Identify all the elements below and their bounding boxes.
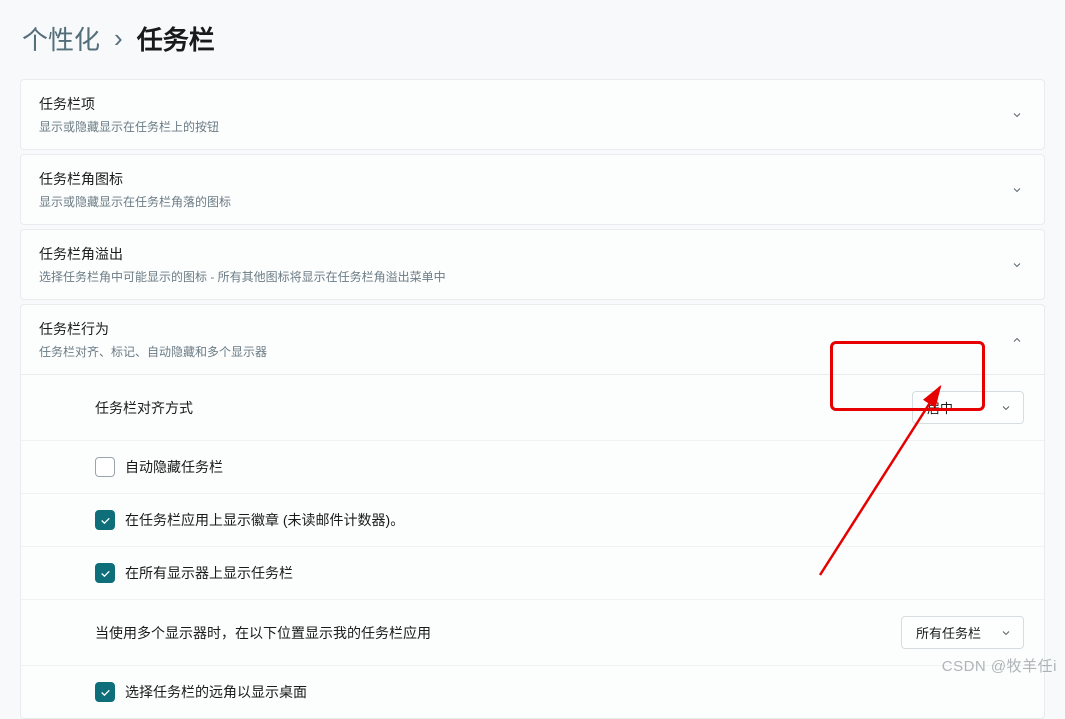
breadcrumb-separator: › [114,23,123,54]
row-alignment: 任务栏对齐方式 居中 [21,375,1044,440]
row-label: 自动隐藏任务栏 [125,457,223,477]
row-label: 在任务栏应用上显示徽章 (未读邮件计数器)。 [125,510,404,530]
all-monitors-checkbox[interactable] [95,563,115,583]
far-corner-checkbox[interactable] [95,682,115,702]
chevron-down-icon [999,626,1013,640]
section-subtitle: 显示或隐藏显示在任务栏上的按钮 [39,118,219,135]
section-title: 任务栏角溢出 [39,244,446,264]
section-title: 任务栏角图标 [39,169,231,189]
dropdown-value: 所有任务栏 [916,623,981,642]
row-label: 当使用多个显示器时，在以下位置显示我的任务栏应用 [95,623,431,643]
row-multi-monitor: 当使用多个显示器时，在以下位置显示我的任务栏应用 所有任务栏 [21,599,1044,665]
section-title: 任务栏行为 [39,319,267,339]
chevron-down-icon [1010,258,1024,272]
watermark: CSDN @牧羊任i [942,655,1057,676]
row-label: 在所有显示器上显示任务栏 [125,563,293,583]
section-corner-overflow[interactable]: 任务栏角溢出 选择任务栏角中可能显示的图标 - 所有其他图标将显示在任务栏角溢出… [20,229,1045,300]
breadcrumb-current: 任务栏 [137,20,215,57]
chevron-down-icon [1010,183,1024,197]
chevron-down-icon [999,401,1013,415]
section-subtitle: 显示或隐藏显示在任务栏角落的图标 [39,193,231,210]
section-subtitle: 选择任务栏角中可能显示的图标 - 所有其他图标将显示在任务栏角溢出菜单中 [39,268,446,285]
row-badges: 在任务栏应用上显示徽章 (未读邮件计数器)。 [21,493,1044,546]
alignment-dropdown[interactable]: 居中 [912,391,1024,424]
behavior-panel: 任务栏对齐方式 居中 自动隐藏任务栏 在任务栏应用上显示徽章 (未读邮件计数器)… [20,375,1045,719]
row-label: 选择任务栏的远角以显示桌面 [125,682,307,702]
chevron-up-icon [1010,333,1024,347]
section-title: 任务栏项 [39,94,219,114]
chevron-down-icon [1010,108,1024,122]
row-autohide: 自动隐藏任务栏 [21,440,1044,493]
section-corner-icons[interactable]: 任务栏角图标 显示或隐藏显示在任务栏角落的图标 [20,154,1045,225]
autohide-checkbox[interactable] [95,457,115,477]
row-far-corner: 选择任务栏的远角以显示桌面 [21,665,1044,718]
section-subtitle: 任务栏对齐、标记、自动隐藏和多个显示器 [39,343,267,360]
badges-checkbox[interactable] [95,510,115,530]
breadcrumb-parent[interactable]: 个性化 [22,20,100,57]
section-taskbar-behavior[interactable]: 任务栏行为 任务栏对齐、标记、自动隐藏和多个显示器 [20,304,1045,375]
section-taskbar-items[interactable]: 任务栏项 显示或隐藏显示在任务栏上的按钮 [20,79,1045,150]
row-label: 任务栏对齐方式 [95,398,193,418]
breadcrumb: 个性化 › 任务栏 [0,0,1065,79]
dropdown-value: 居中 [927,398,953,417]
multi-monitor-dropdown[interactable]: 所有任务栏 [901,616,1024,649]
row-all-monitors: 在所有显示器上显示任务栏 [21,546,1044,599]
